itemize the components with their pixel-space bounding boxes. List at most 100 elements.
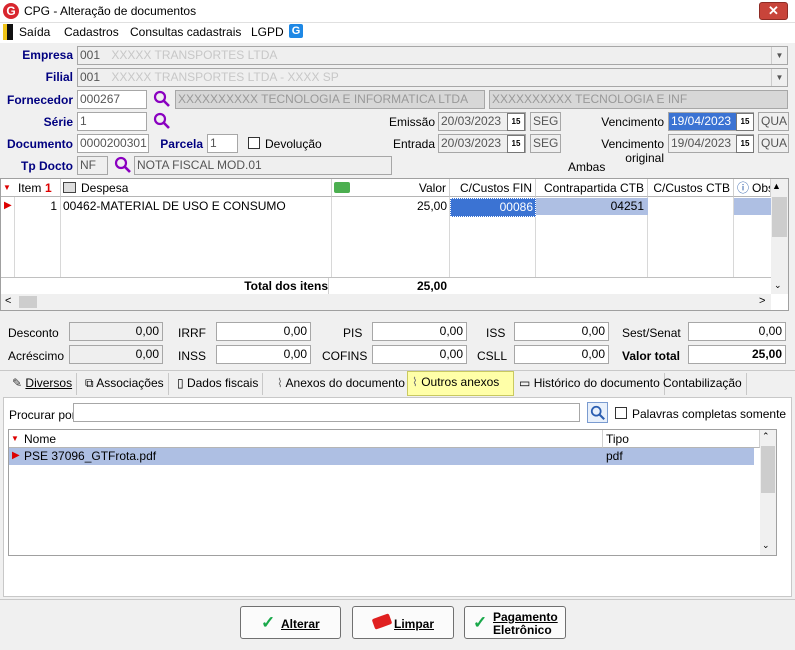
menu-saida[interactable]: Saída xyxy=(19,25,50,39)
menu-lgpd[interactable]: LGPD xyxy=(251,25,284,39)
fornecedor-name: XXXXXXXXXX TECNOLOGIA E INFORMATICA LTDA xyxy=(175,90,485,109)
edit-icon xyxy=(63,182,76,193)
grid-header-contrapartida[interactable]: Contrapartida CTB xyxy=(536,179,648,197)
money-icon xyxy=(334,182,350,193)
emissao-label: Emissão xyxy=(388,115,435,129)
pagamento-eletronico-button[interactable]: ✓ Pagamento Eletrônico xyxy=(464,606,566,639)
tab-associacoes[interactable]: ⧉ Associações xyxy=(81,373,169,395)
devolucao-checkbox[interactable] xyxy=(248,137,260,149)
row-despesa: 00462-MATERIAL DE USO E CONSUMO xyxy=(63,199,286,213)
scroll-right-icon[interactable]: > xyxy=(759,295,765,307)
close-button[interactable]: ✕ xyxy=(759,2,788,20)
tp-docto-input[interactable]: NF xyxy=(77,156,108,175)
scroll-down-icon[interactable]: ⌄ xyxy=(762,540,770,551)
cofins-field[interactable]: 0,00 xyxy=(372,345,467,364)
palavras-completas-checkbox[interactable] xyxy=(615,407,627,419)
table-row[interactable]: ▶ 1 00462-MATERIAL DE USO E CONSUMO 25,0… xyxy=(1,198,771,217)
fornecedor-input[interactable]: 000267 xyxy=(77,90,147,109)
tab-label: Dados fiscais xyxy=(186,376,259,390)
tab-dados-fiscais[interactable]: ▯ Dados fiscais xyxy=(173,373,264,395)
search-icon[interactable] xyxy=(153,112,171,130)
menu-cadastros[interactable]: Cadastros xyxy=(64,25,119,39)
scroll-left-icon[interactable]: < xyxy=(5,295,11,307)
ambas-label: Ambas xyxy=(568,160,606,174)
calendar-icon[interactable]: 15 xyxy=(507,135,525,153)
tab-outros-anexos[interactable]: ⌇ Outros anexos xyxy=(407,371,514,396)
chevron-down-icon[interactable]: ▼ xyxy=(771,47,787,64)
calendar-icon[interactable]: 15 xyxy=(736,113,754,131)
irrf-label: IRRF xyxy=(178,326,206,340)
grid-header-valor[interactable]: Valor xyxy=(332,179,450,197)
scroll-thumb[interactable] xyxy=(19,296,37,308)
csll-field[interactable]: 0,00 xyxy=(514,345,609,364)
grid-header-tipo[interactable]: Tipo xyxy=(603,430,760,448)
row-pointer-icon: ▶ xyxy=(12,450,20,461)
documento-input[interactable]: 0000200301 xyxy=(77,134,149,153)
pis-label: PIS xyxy=(343,326,363,340)
vertical-scrollbar[interactable]: ⌃ ⌄ xyxy=(760,430,776,555)
tab-anexos-documento[interactable]: ⌇ Anexos do documento xyxy=(273,373,410,395)
column-label: Item xyxy=(18,181,42,195)
serie-label: Série xyxy=(43,115,73,129)
exit-door-icon[interactable] xyxy=(3,24,13,40)
calendar-icon[interactable]: 15 xyxy=(507,113,525,131)
limpar-button[interactable]: Limpar xyxy=(352,606,454,639)
vertical-scrollbar[interactable]: ▲ ⌄ xyxy=(771,179,788,294)
attachment-name: PSE 37096_GTFrota.pdf xyxy=(24,449,157,463)
button-label: Pagamento xyxy=(493,610,558,624)
search-icon[interactable] xyxy=(114,156,132,174)
scroll-up-icon[interactable]: ⌃ xyxy=(762,431,770,442)
parcela-input[interactable]: 1 xyxy=(207,134,238,153)
scroll-thumb[interactable] xyxy=(761,446,775,493)
menu-consultas-cadastrais[interactable]: Consultas cadastrais xyxy=(130,25,241,39)
grid-header-item[interactable]: ▼ Item 1 xyxy=(1,179,61,197)
column-label: Nome xyxy=(24,432,57,446)
filial-label: Filial xyxy=(45,70,73,84)
filial-select[interactable]: 001 XXXXX TRANSPORTES LTDA - XXXX SP ▼ xyxy=(77,68,788,87)
iss-field[interactable]: 0,00 xyxy=(514,322,609,341)
search-icon xyxy=(590,405,605,420)
vencimento-original-day: QUA xyxy=(758,134,789,153)
iss-label: ISS xyxy=(486,326,506,340)
pis-field[interactable]: 0,00 xyxy=(372,322,467,341)
scroll-down-icon[interactable]: ⌄ xyxy=(774,280,782,291)
entrada-day: SEG xyxy=(530,134,561,153)
search-input[interactable] xyxy=(73,403,580,422)
grid-header-despesa[interactable]: Despesa xyxy=(61,179,332,197)
row-ccustos-fin[interactable]: 00086 xyxy=(450,198,536,217)
row-obs xyxy=(734,198,771,215)
empresa-select[interactable]: 001 XXXXX TRANSPORTES LTDA ▼ xyxy=(77,46,788,65)
chevron-down-icon[interactable]: ▼ xyxy=(771,69,787,86)
grid-header-nome[interactable]: ▼ Nome xyxy=(9,430,603,448)
cofins-label: COFINS xyxy=(322,349,368,363)
help-g-icon[interactable]: G xyxy=(289,24,303,38)
document-icon: ▭ xyxy=(519,376,531,390)
book-icon: ▯ xyxy=(177,376,184,390)
tab-label: Histórico do documento xyxy=(533,376,660,390)
list-item[interactable]: ▶ PSE 37096_GTFrota.pdf pdf xyxy=(9,448,754,465)
irrf-field[interactable]: 0,00 xyxy=(216,322,311,341)
tab-contabilizacao[interactable]: Contabilização xyxy=(659,373,747,395)
inss-field[interactable]: 0,00 xyxy=(216,345,311,364)
serie-input[interactable]: 1 xyxy=(77,112,147,131)
grid-header-ccustos-fin[interactable]: C/Custos FIN xyxy=(450,179,536,197)
grid-header-ccustos-ctb[interactable]: C/Custos CTB xyxy=(648,179,734,197)
grid-header-obs[interactable]: ⓘ Obs xyxy=(734,179,771,197)
tab-historico[interactable]: ▭ Histórico do documento xyxy=(515,373,665,395)
valor-total-label: Valor total xyxy=(622,349,681,363)
search-button[interactable] xyxy=(587,402,608,423)
scroll-up-icon[interactable]: ▲ xyxy=(772,181,781,191)
scroll-thumb[interactable] xyxy=(772,197,787,237)
search-icon[interactable] xyxy=(153,90,171,108)
row-valor: 25,00 xyxy=(416,199,447,213)
title-bar: G CPG - Alteração de documentos ✕ xyxy=(0,0,795,23)
calendar-icon[interactable]: 15 xyxy=(736,135,754,153)
filial-name: XXXXX TRANSPORTES LTDA - XXXX SP xyxy=(111,70,339,84)
paperclip-icon: ⌇ xyxy=(412,375,418,389)
eraser-icon xyxy=(371,613,393,630)
tab-diversos[interactable]: ✎ Diversos xyxy=(8,373,78,395)
empresa-code: 001 xyxy=(80,48,101,62)
sest-senat-field[interactable]: 0,00 xyxy=(688,322,786,341)
horizontal-scrollbar[interactable]: < > xyxy=(1,294,771,310)
alterar-button[interactable]: ✓ Alterar xyxy=(240,606,341,639)
